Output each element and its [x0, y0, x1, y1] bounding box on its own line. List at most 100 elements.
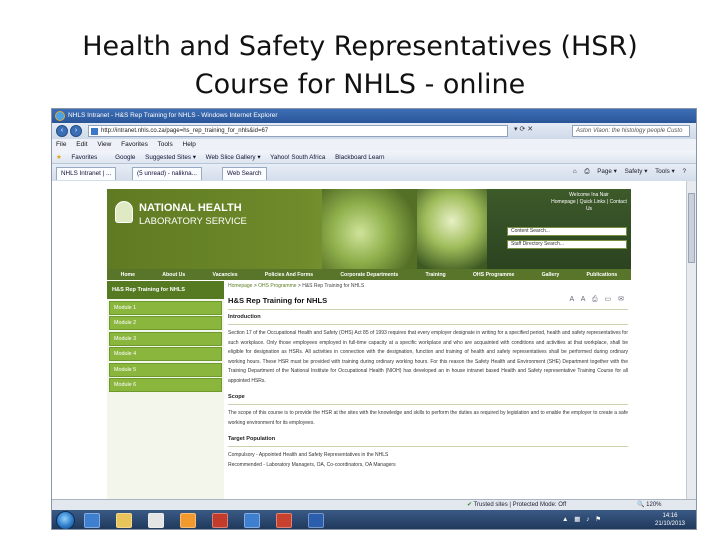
- fav-suggested-sites[interactable]: Suggested Sites ▾: [145, 154, 196, 161]
- refresh-stop-icons[interactable]: ▾ ⟳ ✕: [514, 125, 533, 133]
- menu-tools[interactable]: Tools: [158, 141, 173, 148]
- tools-menu[interactable]: Tools ▾: [655, 168, 675, 175]
- bookmark-icon[interactable]: ▭: [605, 296, 612, 303]
- favorites-label: Favorites: [71, 154, 98, 161]
- breadcrumb: Homepage > OHS Programme > H&S Rep Train…: [228, 283, 628, 292]
- text-larger-icon[interactable]: A: [581, 296, 585, 303]
- flag-icon[interactable]: ⚑: [595, 516, 601, 523]
- slide-title: Health and Safety Representatives (HSR) …: [0, 28, 720, 104]
- print-icon[interactable]: ⎙: [584, 168, 589, 175]
- main-content: Homepage > OHS Programme > H&S Rep Train…: [228, 283, 628, 470]
- sidebar: H&S Rep Training for NHLS Module 1 Modul…: [107, 281, 224, 499]
- explorer-taskbar-icon[interactable]: [148, 513, 164, 528]
- clock-date: 21/10/2013: [654, 521, 686, 527]
- acrobat-taskbar-icon[interactable]: [212, 513, 228, 528]
- url-text: http://intranet.nhls.co.za/page=hs_rep_t…: [101, 128, 269, 134]
- divider: [228, 309, 628, 310]
- network-icon[interactable]: ▦: [574, 516, 580, 523]
- sidebar-item-module-6[interactable]: Module 6: [109, 378, 222, 392]
- nav-publications[interactable]: Publications: [586, 272, 617, 278]
- vertical-scrollbar[interactable]: [686, 181, 696, 499]
- target-text-recommended: Recommended - Laboratory Managers, OA, C…: [228, 461, 396, 468]
- sidebar-item-module-2[interactable]: Module 2: [109, 316, 222, 330]
- target-text-compulsory: Compulsory - Appointed Health and Safety…: [228, 452, 389, 458]
- favorites-button[interactable]: ★ Favorites: [56, 154, 105, 161]
- window-title: NHLS Intranet - H&S Rep Training for NHL…: [68, 112, 278, 119]
- tray-chevron-icon[interactable]: ▲: [562, 516, 568, 523]
- back-arrow-icon[interactable]: ‹: [56, 125, 68, 137]
- zoom-value: 120%: [646, 502, 662, 508]
- outlook-taskbar-icon[interactable]: [244, 513, 260, 528]
- firefox-taskbar-icon[interactable]: [180, 513, 196, 528]
- powerpoint-taskbar-icon[interactable]: [276, 513, 292, 528]
- fav-google[interactable]: Google: [115, 154, 135, 161]
- nav-policies-forms[interactable]: Policies And Forms: [265, 272, 313, 278]
- internet-explorer-icon: [55, 111, 65, 121]
- sidebar-item-module-5[interactable]: Module 5: [109, 362, 222, 377]
- zoom-level[interactable]: 🔍 120%: [637, 500, 662, 510]
- folder-taskbar-icon[interactable]: [116, 513, 132, 528]
- sidebar-item-module-3[interactable]: Module 3: [109, 331, 222, 346]
- header-links[interactable]: Homepage | Quick Links | Contact Us: [549, 199, 629, 213]
- nav-training[interactable]: Training: [425, 272, 445, 278]
- home-icon[interactable]: ⌂: [573, 168, 577, 175]
- staff-search-input[interactable]: Staff Directory Search...: [507, 240, 627, 249]
- taskbar-clock[interactable]: 14:16 21/10/2013: [650, 512, 690, 528]
- print-icon[interactable]: ⎙: [592, 296, 598, 303]
- breadcrumb-section[interactable]: OHS Programme: [258, 283, 296, 289]
- help-icon[interactable]: ?: [682, 168, 686, 175]
- scope-heading: Scope: [228, 394, 245, 400]
- text-smaller-icon[interactable]: A: [569, 296, 573, 303]
- intro-heading: Introduction: [228, 314, 261, 320]
- sidebar-item-module-1[interactable]: Module 1: [109, 300, 222, 315]
- divider: [228, 324, 628, 325]
- welcome-text: Welcome Ina Nair: [569, 192, 609, 198]
- start-button[interactable]: [56, 511, 75, 529]
- divider: [228, 404, 628, 405]
- nav-ohs-programme[interactable]: OHS Programme: [473, 272, 515, 278]
- menu-view[interactable]: View: [97, 141, 111, 148]
- sidebar-item-module-4[interactable]: Module 4: [109, 347, 222, 361]
- banner-photo: [417, 189, 487, 269]
- email-icon[interactable]: ✉: [618, 296, 624, 303]
- security-zone[interactable]: ✔ Trusted sites | Protected Mode: Off: [467, 500, 566, 510]
- nav-about-us[interactable]: About Us: [162, 272, 185, 278]
- nav-home[interactable]: Home: [121, 272, 135, 278]
- address-bar: ‹ › http://intranet.nhls.co.za/page=hs_r…: [52, 123, 696, 139]
- menu-edit[interactable]: Edit: [76, 141, 87, 148]
- forward-arrow-icon[interactable]: ›: [70, 125, 82, 137]
- fav-yahoo[interactable]: Yahoo! South Africa: [270, 154, 325, 161]
- page-menu[interactable]: Page ▾: [597, 168, 617, 175]
- menu-favorites[interactable]: Favorites: [121, 141, 148, 148]
- tab-web-search[interactable]: Web Search: [222, 167, 267, 180]
- nav-corporate-departments[interactable]: Corporate Departments: [340, 272, 398, 278]
- fav-web-slice-gallery[interactable]: Web Slice Gallery ▾: [206, 154, 261, 161]
- tab-nhls-intranet[interactable]: NHLS Intranet | ...: [56, 167, 117, 180]
- favorites-bar: ★ Favorites Google Suggested Sites ▾ Web…: [52, 151, 696, 164]
- menu-help[interactable]: Help: [183, 141, 196, 148]
- sidebar-header: H&S Rep Training for NHLS: [107, 281, 224, 299]
- word-taskbar-icon[interactable]: [308, 513, 324, 528]
- system-tray: ▲ ▦ ♪ ⚑: [562, 515, 605, 523]
- command-bar: ⌂ ⎙ Page ▾ Safety ▾ Tools ▾ ?: [567, 168, 686, 176]
- menu-file[interactable]: File: [56, 141, 66, 148]
- safety-menu[interactable]: Safety ▾: [625, 168, 648, 175]
- breadcrumb-home[interactable]: Homepage: [228, 283, 252, 289]
- tab-unread-mail[interactable]: (5 unread) - nalikna...: [132, 167, 202, 180]
- ie-taskbar-icon[interactable]: [84, 513, 100, 528]
- status-bar: ✔ Trusted sites | Protected Mode: Off 🔍 …: [52, 499, 696, 510]
- scrollbar-thumb[interactable]: [688, 193, 695, 263]
- search-input[interactable]: Aston Vlaon: the histology people Custo: [572, 125, 690, 137]
- fav-blackboard[interactable]: Blackboard Learn: [335, 154, 384, 161]
- banner-photo: [322, 189, 417, 269]
- volume-icon[interactable]: ♪: [586, 516, 589, 523]
- logo-text-line-1: NATIONAL HEALTH: [139, 202, 242, 214]
- breadcrumb-current: H&S Rep Training for NHLS: [302, 283, 365, 289]
- page-tools: A A ⎙ ▭ ✉: [564, 295, 624, 304]
- menu-bar: File Edit View Favorites Tools Help: [52, 139, 696, 151]
- nav-gallery[interactable]: Gallery: [542, 272, 560, 278]
- content-search-input[interactable]: Content Search...: [507, 227, 627, 236]
- url-input[interactable]: http://intranet.nhls.co.za/page=hs_rep_t…: [88, 125, 508, 137]
- page-viewport: NATIONAL HEALTH LABORATORY SERVICE Welco…: [52, 181, 688, 499]
- nav-vacancies[interactable]: Vacancies: [213, 272, 238, 278]
